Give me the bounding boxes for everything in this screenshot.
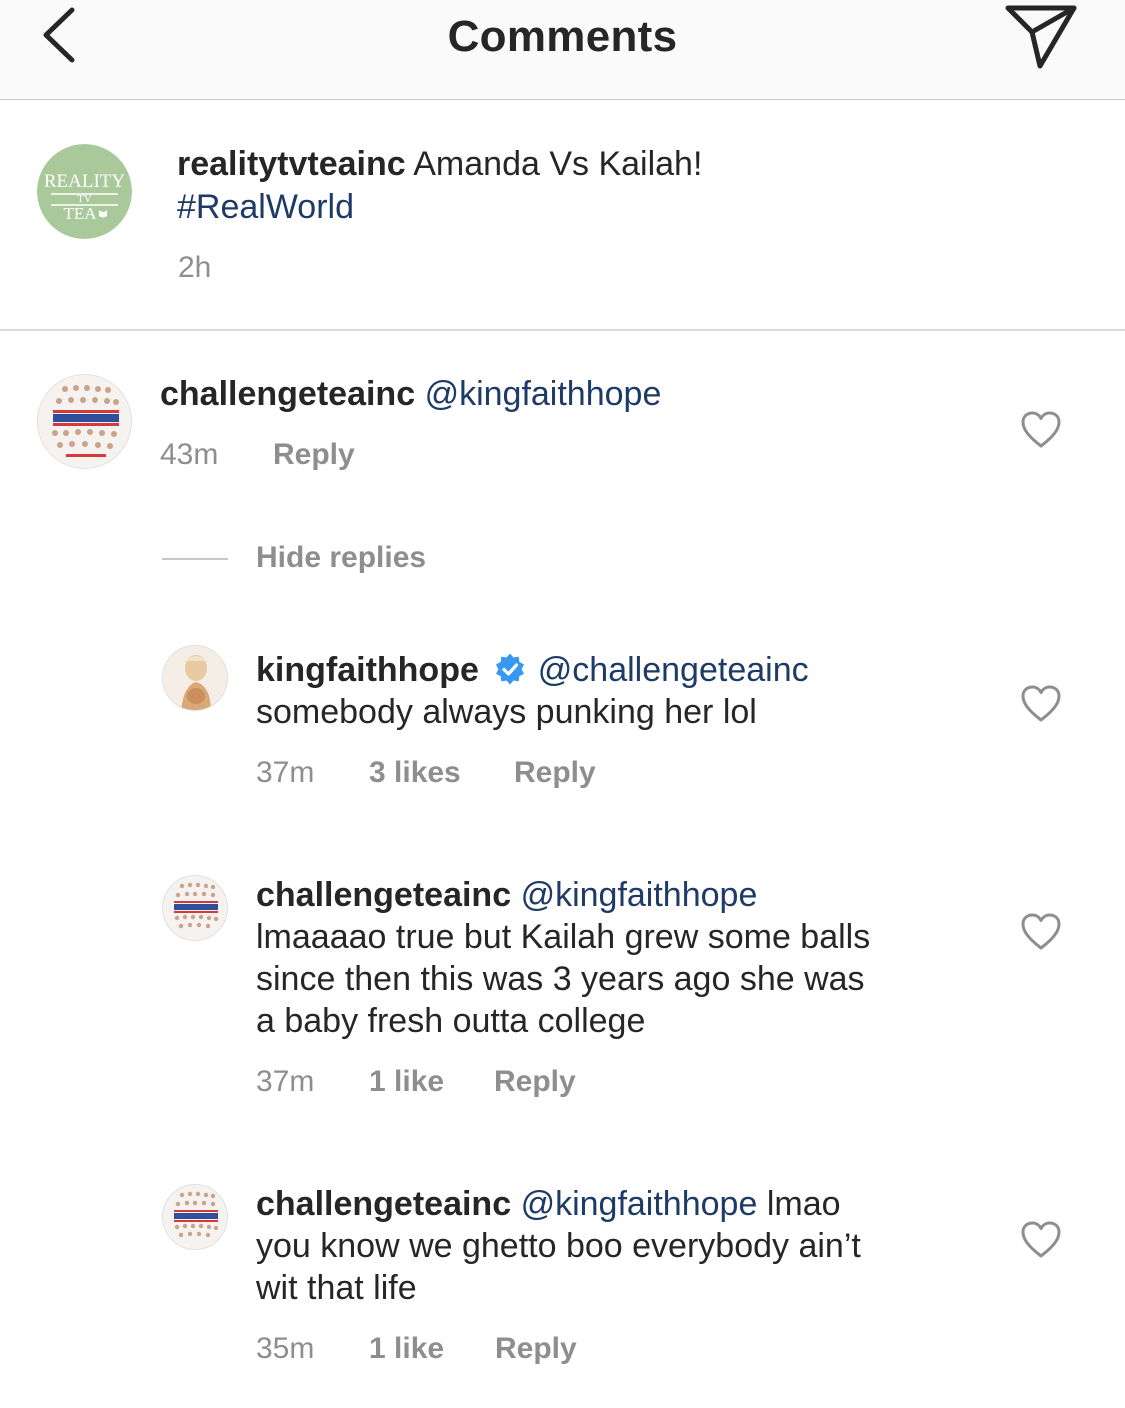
reply-likes[interactable]: 1 like xyxy=(369,1331,444,1367)
reply-mention[interactable]: @challengeteainc xyxy=(538,651,809,689)
caption-divider xyxy=(0,329,1125,331)
heart-icon xyxy=(1021,913,1061,950)
reply-username[interactable]: kingfaithhope xyxy=(256,651,479,689)
reply-likes[interactable]: 1 like xyxy=(369,1064,444,1100)
svg-text:TEA: TEA xyxy=(63,204,97,223)
comment-username[interactable]: challengeteainc xyxy=(160,375,415,413)
champs-vs-stars-poster xyxy=(38,375,131,468)
reply-body-line: somebody always punking her lol xyxy=(256,693,757,731)
reply-inline-text: lmao xyxy=(766,1185,841,1223)
reply-like-button[interactable] xyxy=(1020,1220,1062,1260)
reply-text: challengeteainc @kingfaithhope xyxy=(256,874,1016,916)
reply-meta: 37m 1 like Reply xyxy=(256,1064,756,1100)
caption-username[interactable]: realitytvteainc xyxy=(177,145,406,183)
hide-replies-button[interactable]: Hide replies xyxy=(256,541,426,575)
reply-avatar[interactable] xyxy=(162,1184,228,1250)
reply-body-line: a baby fresh outta college xyxy=(256,1002,646,1040)
comment-timestamp: 43m xyxy=(160,438,219,471)
comment-mention[interactable]: @kingfaithhope xyxy=(425,375,662,413)
reply-likes[interactable]: 3 likes xyxy=(369,755,461,791)
reply-body-line: you know we ghetto boo everybody ain’t xyxy=(256,1227,861,1265)
reply-like-button[interactable] xyxy=(1020,684,1062,724)
reply-mention[interactable]: @kingfaithhope xyxy=(521,876,758,914)
heart-icon xyxy=(1021,411,1061,448)
caption-text: realitytvteainc Amanda Vs Kailah! xyxy=(177,143,1057,185)
caption-avatar[interactable]: REALITY TV TEA xyxy=(37,144,132,239)
navigation-header: Comments xyxy=(0,0,1125,100)
reply-body-line: wit that life xyxy=(256,1269,417,1307)
comment-avatar[interactable] xyxy=(37,374,132,469)
comment-like-button[interactable] xyxy=(1020,410,1062,450)
heart-icon xyxy=(1021,685,1061,722)
reply-timestamp: 35m xyxy=(256,1332,315,1365)
reply-body-line: since then this was 3 years ago she was xyxy=(256,960,865,998)
caption-hashtag[interactable]: #RealWorld xyxy=(177,188,354,226)
heart-icon xyxy=(1021,1221,1061,1258)
comment-text: challengeteainc @kingfaithhope xyxy=(160,373,1000,415)
caption-timestamp: 2h xyxy=(178,251,212,284)
reply-avatar[interactable] xyxy=(162,645,228,711)
hide-replies-line xyxy=(162,558,228,560)
comment-reply-button[interactable]: Reply xyxy=(273,437,355,473)
reply-text: kingfaithhope @challengeteainc xyxy=(256,649,1016,691)
reply-reply-button[interactable]: Reply xyxy=(495,1331,577,1367)
reply-timestamp: 37m xyxy=(256,1065,315,1098)
champs-vs-stars-poster xyxy=(163,876,227,940)
reply-body-line: lmaaaao true but Kailah grew some balls xyxy=(256,918,871,956)
reply-mention[interactable]: @kingfaithhope xyxy=(521,1185,758,1223)
reply-text: challengeteainc @kingfaithhope lmao xyxy=(256,1183,1016,1225)
caption-body: Amanda Vs Kailah! xyxy=(413,145,703,183)
reality-tv-tea-logo: REALITY TV TEA xyxy=(37,144,132,239)
verified-badge-icon xyxy=(496,653,525,685)
reply-username[interactable]: challengeteainc xyxy=(256,1185,511,1223)
reply-avatar[interactable] xyxy=(162,875,228,941)
page-title: Comments xyxy=(447,12,678,61)
reply-meta: 35m 1 like Reply xyxy=(256,1331,756,1367)
svg-text:REALITY: REALITY xyxy=(44,171,126,192)
reply-meta: 37m 3 likes Reply xyxy=(256,755,756,791)
paper-plane-icon xyxy=(1005,5,1077,69)
reply-like-button[interactable] xyxy=(1020,912,1062,952)
reply-reply-button[interactable]: Reply xyxy=(514,755,596,791)
champs-vs-stars-poster xyxy=(163,1185,227,1249)
caption-hashtag-line: #RealWorld xyxy=(177,186,354,228)
comment-meta: 43m Reply xyxy=(160,437,560,473)
share-button[interactable] xyxy=(1000,2,1082,70)
reply-username[interactable]: challengeteainc xyxy=(256,876,511,914)
profile-photo xyxy=(163,646,227,710)
reply-reply-button[interactable]: Reply xyxy=(494,1064,576,1100)
reply-timestamp: 37m xyxy=(256,756,315,789)
